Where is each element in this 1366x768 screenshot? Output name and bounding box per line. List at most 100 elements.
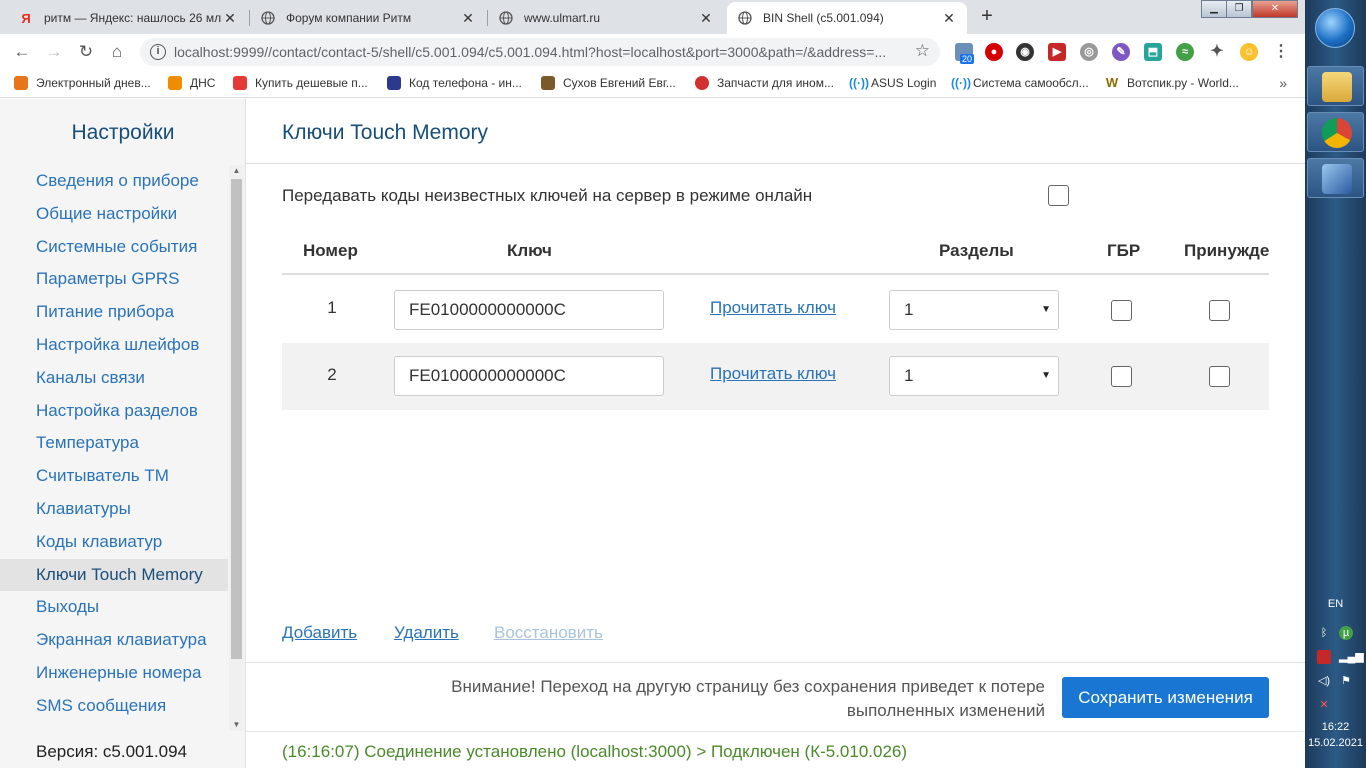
window-close-button[interactable]: ✕	[1252, 0, 1298, 18]
read-key-link[interactable]: Прочитать ключ	[710, 364, 836, 384]
adblock-icon[interactable]: ●	[985, 43, 1003, 61]
bookmark-item[interactable]: Запчасти для ином...	[695, 76, 834, 90]
tray-app-icon[interactable]	[1317, 650, 1331, 664]
volume-icon[interactable]: ◁)	[1317, 674, 1331, 688]
tab-ulmart[interactable]: www.ulmart.ru ✕	[488, 2, 724, 34]
home-icon[interactable]: ⌂	[107, 42, 127, 62]
info-icon[interactable]: i	[150, 44, 166, 60]
globe-extension-icon[interactable]: ◎	[1080, 43, 1098, 61]
key-input[interactable]: FE0100000000000C	[394, 290, 664, 330]
maximize-button[interactable]: ❐	[1226, 0, 1252, 18]
section-select[interactable]: 1 ▼	[889, 356, 1059, 396]
bookmark-item[interactable]: ДНС	[168, 76, 215, 90]
sidebar-item[interactable]: Инженерные номера	[0, 657, 228, 690]
gbr-checkbox[interactable]	[1111, 366, 1132, 387]
duress-checkbox[interactable]	[1209, 300, 1230, 321]
taskbar-app[interactable]	[1307, 158, 1364, 198]
extension-icon[interactable]: ≈	[1176, 43, 1194, 61]
sidebar-item[interactable]: Системные события	[0, 231, 228, 264]
table-header: Номер Ключ Разделы ГБР Принужде	[282, 231, 1269, 275]
online-checkbox[interactable]	[1048, 185, 1069, 206]
sidebar-item-active[interactable]: Ключи Touch Memory	[0, 558, 228, 592]
close-icon[interactable]: ✕	[941, 10, 957, 26]
clock[interactable]: 16:22 15.02.2021	[1305, 719, 1366, 751]
add-link[interactable]: Добавить	[282, 623, 357, 643]
scroll-up-icon[interactable]: ▲	[229, 165, 244, 177]
flag-icon[interactable]: ⚑	[1339, 674, 1353, 688]
minimize-button[interactable]: ▁	[1201, 0, 1227, 18]
sidebar-scrollbar[interactable]: ▲ ▼	[229, 165, 244, 731]
read-key-link[interactable]: Прочитать ключ	[710, 298, 836, 318]
sidebar-item[interactable]: Общие настройки	[0, 198, 228, 231]
key-input[interactable]: FE0100000000000C	[394, 356, 664, 396]
sidebar-item[interactable]: Экранная клавиатура	[0, 624, 228, 657]
delete-link[interactable]: Удалить	[394, 623, 459, 643]
version-label: Версия: c5.001.094	[36, 742, 188, 761]
restore-link[interactable]: Восстановить	[494, 623, 603, 643]
bluetooth-icon[interactable]: ᛒ	[1317, 626, 1331, 640]
sidebar-item[interactable]: Каналы связи	[0, 362, 228, 395]
video-extension-icon[interactable]: ▶	[1048, 43, 1066, 61]
taskbar-chrome[interactable]	[1307, 112, 1364, 152]
table-row: 1 FE0100000000000C Прочитать ключ 1 ▼	[282, 276, 1269, 343]
unsaved-warning: Внимание! Переход на другую страницу без…	[396, 675, 1045, 723]
tab-forum[interactable]: Форум компании Ритм ✕	[250, 2, 486, 34]
forward-icon[interactable]: →	[44, 42, 64, 62]
bookmark-item[interactable]: ((·)) ASUS Login	[849, 76, 936, 90]
bookmark-item[interactable]: Купить дешевые п...	[233, 76, 368, 90]
menu-icon[interactable]: ⋮	[1272, 43, 1290, 61]
torrent-icon[interactable]: µ	[1339, 626, 1353, 640]
bookmark-item[interactable]: Сухов Евгений Евг...	[541, 76, 676, 90]
sidebar-item[interactable]: Питание прибора	[0, 296, 228, 329]
taskbar-explorer[interactable]	[1307, 66, 1364, 106]
bookmark-label: Электронный днев...	[36, 76, 151, 90]
section-select[interactable]: 1 ▼	[889, 290, 1059, 330]
save-button[interactable]: Сохранить изменения	[1062, 677, 1269, 718]
language-indicator[interactable]: EN	[1305, 598, 1366, 610]
sidebar-item[interactable]: Коды клавиатур	[0, 526, 228, 559]
pen-extension-icon[interactable]: ✎	[1112, 43, 1130, 61]
sidebar-item[interactable]: Считыватель ТМ	[0, 460, 228, 493]
scroll-down-icon[interactable]: ▼	[229, 719, 244, 731]
sidebar-item[interactable]: Параметры GPRS	[0, 263, 228, 296]
tab-yandex[interactable]: Я ритм — Яндекс: нашлось 26 млн ✕	[8, 2, 248, 34]
bookmark-item[interactable]: Код телефона - ин...	[387, 76, 522, 90]
network-icon[interactable]: ▂▄▆	[1339, 650, 1364, 664]
extension-icon[interactable]: ⬒	[1144, 43, 1162, 61]
divider	[246, 731, 1305, 732]
chevron-right-icon[interactable]: »	[1279, 75, 1287, 91]
sidebar-item[interactable]: SMS сообщения	[0, 690, 228, 723]
bookmark-label: Система самообсл...	[973, 76, 1089, 90]
bookmark-item[interactable]: W Вотспик.ру - World...	[1105, 76, 1239, 91]
close-icon[interactable]: ✕	[222, 10, 238, 26]
extension-icon[interactable]: ◉	[1016, 43, 1034, 61]
bookmark-star-icon[interactable]: ☆	[915, 41, 930, 61]
puzzle-icon[interactable]: ✦	[1208, 43, 1226, 61]
sidebar-item[interactable]: Температура	[0, 427, 228, 460]
scrollbar-thumb[interactable]	[231, 179, 242, 659]
column-header-sections: Разделы	[939, 241, 1014, 260]
gbr-checkbox[interactable]	[1111, 300, 1132, 321]
sidebar-item[interactable]: Настройка шлейфов	[0, 329, 228, 362]
profile-avatar[interactable]: ☺	[1240, 43, 1258, 61]
start-button[interactable]	[1315, 8, 1355, 48]
new-tab-button[interactable]: +	[973, 5, 1001, 29]
sidebar-item[interactable]: Настройка разделов	[0, 395, 228, 428]
address-bar[interactable]: i localhost:9999//contact/contact-5/shel…	[140, 38, 940, 66]
reload-icon[interactable]: ↻	[76, 42, 96, 62]
sidebar-item[interactable]: Клавиатуры	[0, 493, 228, 526]
sidebar-item[interactable]: Выходы	[0, 591, 228, 624]
bookmark-item[interactable]: Электронный днев...	[14, 76, 151, 90]
duress-checkbox[interactable]	[1209, 366, 1230, 387]
sidebar-item[interactable]: Сведения о приборе	[0, 165, 228, 198]
bookmark-item[interactable]: ((·)) Система самообсл...	[951, 76, 1089, 90]
no-connection-icon[interactable]: ✕	[1317, 698, 1331, 712]
sidebar-title: Настройки	[71, 121, 175, 144]
back-icon[interactable]: ←	[12, 42, 32, 62]
close-icon[interactable]: ✕	[460, 10, 476, 26]
dropdown-arrow-icon: ▼	[1041, 370, 1051, 381]
close-icon[interactable]: ✕	[698, 10, 714, 26]
tab-bin-shell[interactable]: BIN Shell (c5.001.094) ✕	[727, 2, 967, 34]
globe-icon	[737, 10, 753, 26]
column-header-number: Номер	[303, 241, 358, 260]
